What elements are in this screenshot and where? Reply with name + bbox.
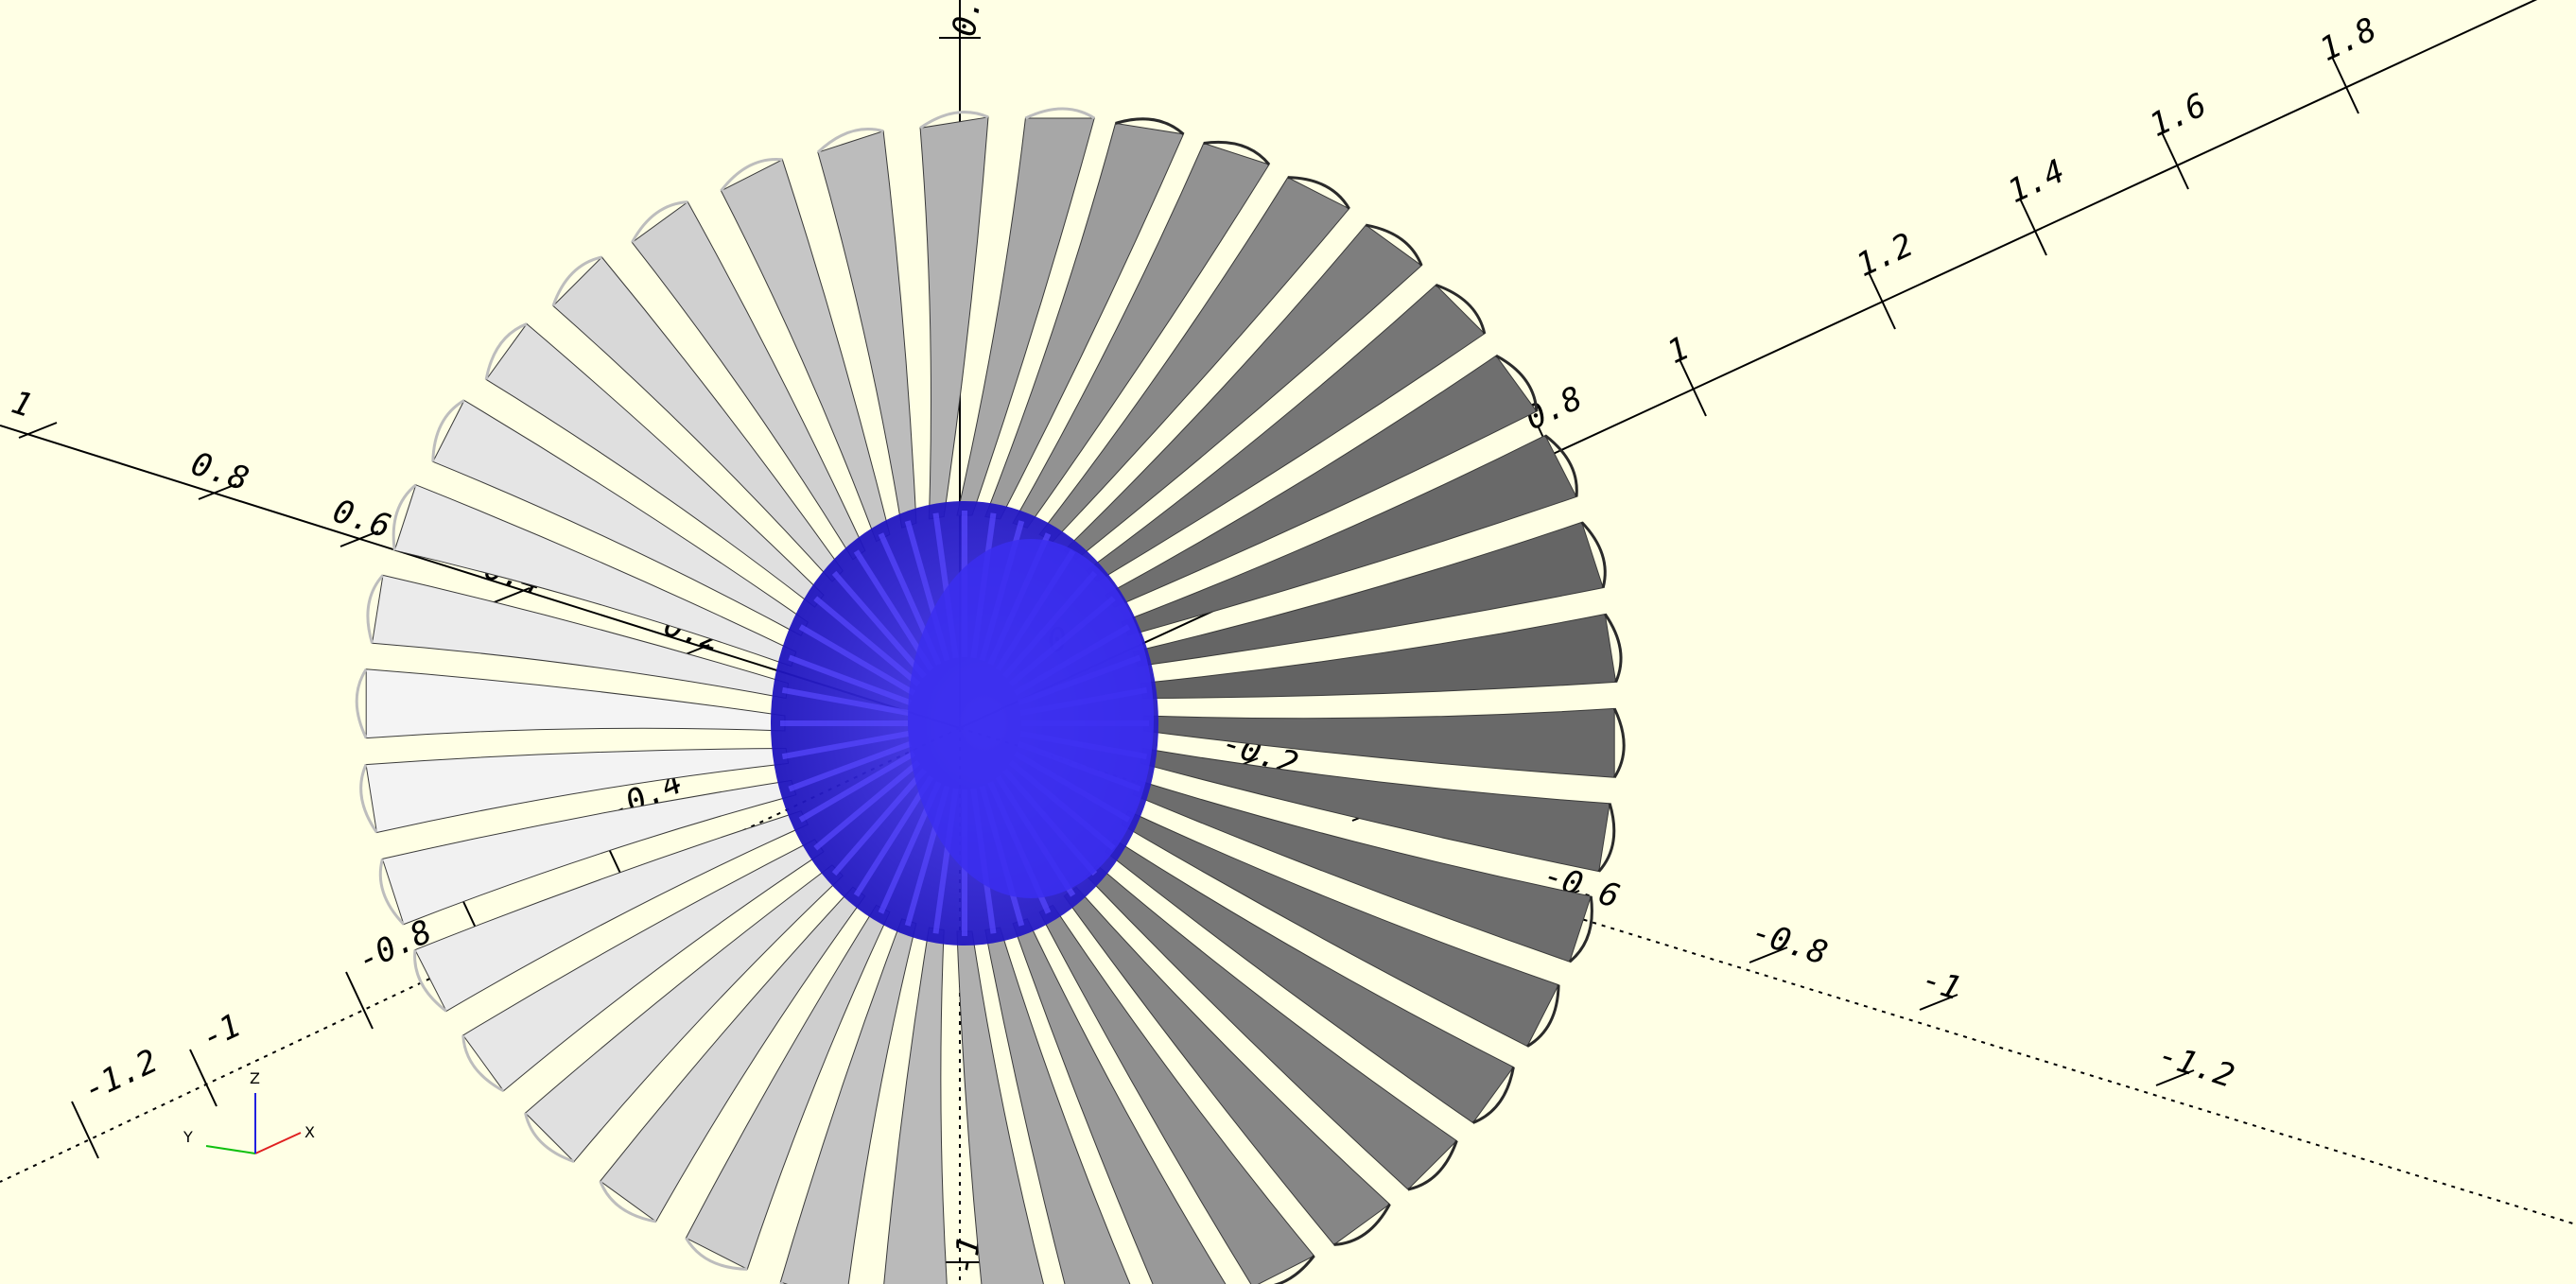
y-axis-pos-2-label: 0.6 — [328, 493, 395, 547]
x-axis-neg-2-tick — [345, 971, 374, 1030]
3d-viewport[interactable]: 0.811.21.41.61.8-0.4-0.6-0.8-1-1.20.20.4… — [0, 0, 2576, 1284]
gizmo-z-label: Z — [250, 1069, 260, 1087]
gizmo-y-label: Y — [183, 1128, 193, 1146]
x-axis-pos-3-label: 1.4 — [2002, 152, 2071, 211]
y-axis-neg-3-label: -0.8 — [1747, 913, 1832, 973]
y-axis-neg-4-label: -1 — [1917, 961, 1965, 1009]
gizmo-y-axis — [205, 1145, 256, 1154]
gizmo-x-label: X — [305, 1123, 315, 1141]
hub-front-face — [908, 539, 1154, 898]
x-axis-pos-1-label: 1 — [1662, 329, 1695, 372]
x-axis-neg-4-tick — [71, 1101, 99, 1159]
x-axis-neg-4-label: -1.2 — [78, 1042, 164, 1109]
blade-tip-edge — [1024, 107, 1096, 120]
y-axis-pos-4-label: 1 — [7, 384, 37, 425]
z-axis-pos-0-label: 0.6 — [945, 0, 992, 40]
axes-orientation-gizmo: X Y Z — [183, 1069, 315, 1154]
x-axis-pos-2-label: 1.2 — [1851, 226, 1920, 285]
y-axis-neg-5-label: -1.2 — [2153, 1036, 2238, 1096]
blade-tip-edge — [355, 668, 368, 739]
blade-tip-edge — [1612, 707, 1626, 779]
viewport-canvas[interactable]: 0.811.21.41.61.8-0.4-0.6-0.8-1-1.20.20.4… — [0, 0, 2576, 1284]
x-axis-pos-4-label: 1.6 — [2144, 86, 2213, 145]
x-axis-neg-3-label: -1 — [196, 1007, 247, 1058]
y-axis-pos-3-label: 0.8 — [186, 445, 253, 499]
gizmo-x-axis — [254, 1132, 302, 1154]
x-axis-neg-3-tick — [189, 1049, 218, 1107]
x-axis-pos-5-label: 1.8 — [2314, 10, 2383, 69]
turbine-fan-model[interactable] — [355, 107, 1626, 1284]
